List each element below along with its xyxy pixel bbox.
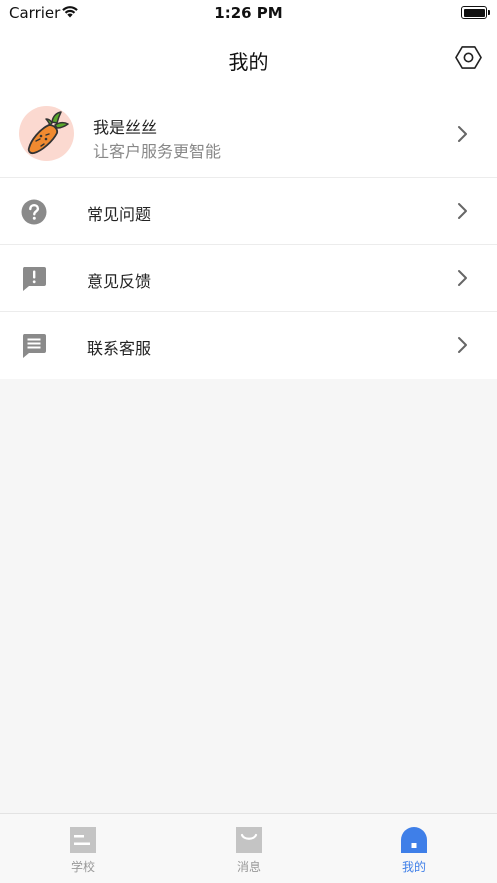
page-title: 我的 (228, 50, 269, 74)
profile-card[interactable]: 我是丝丝 让客户服务更智能 (0, 92, 497, 178)
carrot-icon (27, 111, 69, 155)
menu-item-label: 联系客服 (87, 339, 152, 358)
settings-hexagon-icon[interactable] (455, 44, 482, 71)
tab-messages[interactable]: 消息 (166, 814, 332, 883)
nav-bar: 我的 (0, 26, 497, 92)
status-bar: Carrier 1:26 PM (0, 0, 497, 26)
menu-item-label: 常见问题 (87, 205, 152, 224)
school-icon (70, 827, 96, 853)
menu-item-label: 意见反馈 (87, 272, 152, 291)
profile-name: 我是丝丝 (93, 118, 158, 137)
chevron-right-icon (458, 126, 467, 142)
help-circle-icon (21, 199, 47, 225)
profile-icon (401, 827, 427, 853)
battery-icon (461, 6, 490, 19)
message-bubble-icon (22, 334, 46, 358)
tab-label: 我的 (401, 860, 426, 874)
tab-school[interactable]: 学校 (0, 814, 166, 883)
feedback-bubble-icon (22, 267, 46, 291)
tab-profile[interactable]: 我的 (331, 814, 497, 883)
profile-tagline: 让客户服务更智能 (93, 142, 222, 161)
tab-label: 学校 (70, 860, 95, 874)
profile-menu-list: 我是丝丝 让客户服务更智能 常见问题 意见反馈 联系客服 (0, 92, 497, 379)
chevron-right-icon (458, 203, 467, 219)
avatar (19, 106, 74, 161)
tab-bar: 学校 消息 我的 (0, 813, 497, 883)
status-time: 1:26 PM (214, 4, 283, 22)
chevron-right-icon (458, 270, 467, 286)
menu-item-feedback[interactable]: 意见反馈 (0, 245, 497, 312)
message-icon (236, 827, 262, 853)
chevron-right-icon (458, 337, 467, 353)
menu-item-faq[interactable]: 常见问题 (0, 178, 497, 245)
menu-item-contact[interactable]: 联系客服 (0, 312, 497, 379)
tab-label: 消息 (236, 860, 261, 874)
